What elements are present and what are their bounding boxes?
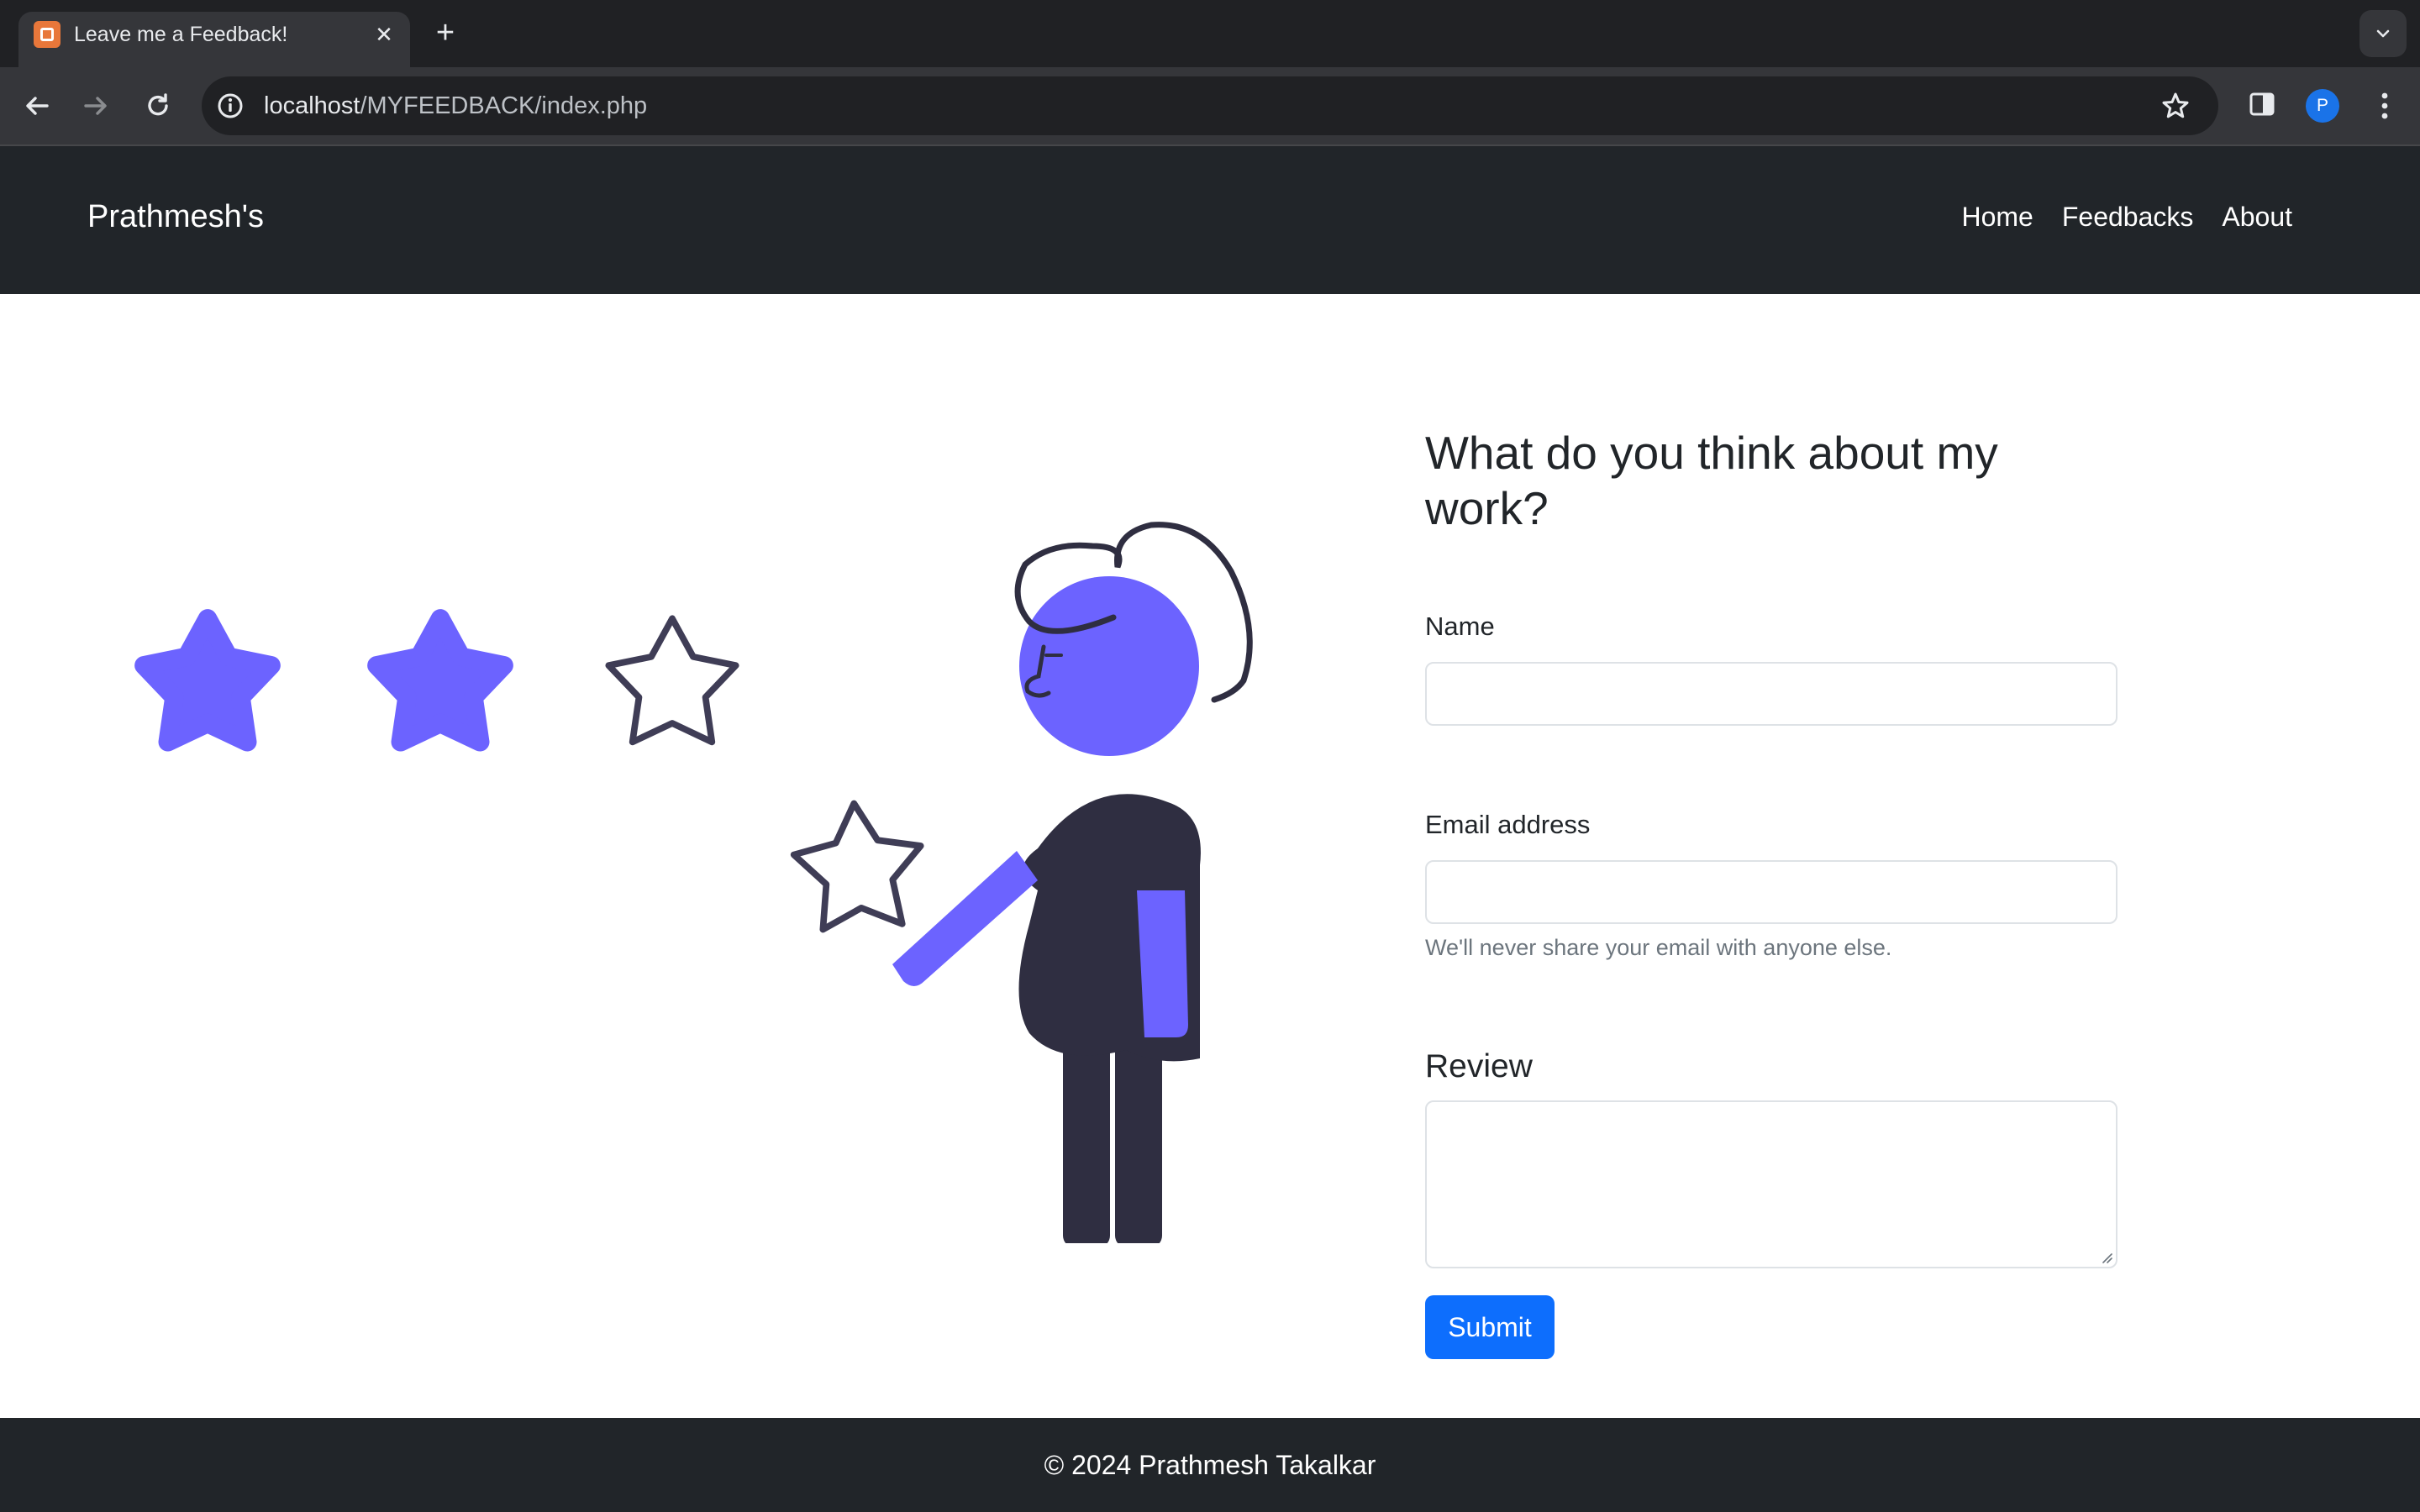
address-bar[interactable]: localhost/MYFEEDBACK/index.php xyxy=(202,76,2218,135)
footer-copyright: © 2024 Prathmesh Takalkar xyxy=(1044,1450,1376,1480)
review-label: Review xyxy=(1425,1048,1533,1084)
email-label: Email address xyxy=(1425,810,1591,839)
nav-link-feedbacks[interactable]: Feedbacks xyxy=(2062,197,2194,237)
reload-button[interactable] xyxy=(139,87,176,124)
reload-icon xyxy=(148,93,168,116)
url-path: /MYFEEDBACK/index.php xyxy=(360,92,648,119)
more-options-icon[interactable] xyxy=(2370,89,2400,123)
feedback-illustration xyxy=(118,522,1253,1243)
resize-grip-icon[interactable] xyxy=(2099,1250,2112,1263)
browser-tab[interactable]: Leave me a Feedback! ✕ xyxy=(18,12,410,67)
person-arm xyxy=(1137,890,1188,1037)
profile-avatar[interactable]: P xyxy=(2306,89,2339,123)
site-info-icon[interactable] xyxy=(215,91,245,121)
chevron-down-icon xyxy=(2376,29,2390,38)
back-arrow-icon xyxy=(26,97,49,115)
feedback-form: What do you think about my work? Name Em… xyxy=(1425,425,2118,1359)
nav-link-home[interactable]: Home xyxy=(1961,197,2033,237)
review-textarea[interactable] xyxy=(1425,1100,2118,1268)
tab-search-button[interactable] xyxy=(2360,10,2407,57)
site-navbar: Prathmesh's Home Feedbacks About xyxy=(0,146,2420,294)
nav-link-about[interactable]: About xyxy=(2222,197,2292,237)
url-text: localhost/MYFEEDBACK/index.php xyxy=(264,91,647,121)
empty-star-icon xyxy=(608,618,735,742)
xampp-favicon-icon xyxy=(34,21,60,48)
url-host: localhost xyxy=(264,92,360,119)
browser-tab-strip: Leave me a Feedback! ✕ + xyxy=(0,0,2420,67)
held-star-icon xyxy=(791,799,926,931)
email-input[interactable] xyxy=(1425,860,2118,924)
forward-button[interactable] xyxy=(77,87,114,124)
email-help-text: We'll never share your email with anyone… xyxy=(1425,935,1892,960)
site-footer: © 2024 Prathmesh Takalkar xyxy=(0,1418,2420,1512)
person-arm xyxy=(892,851,1038,986)
name-input[interactable] xyxy=(1425,662,2118,726)
forward-arrow-icon xyxy=(84,97,107,115)
submit-button[interactable]: Submit xyxy=(1425,1295,1555,1359)
filled-star-icon xyxy=(144,618,271,742)
tab-title: Leave me a Feedback! xyxy=(74,23,288,46)
filled-star-icon xyxy=(376,618,503,742)
bookmark-star-icon[interactable] xyxy=(2160,90,2191,122)
nav-links: Home Feedbacks About xyxy=(1961,197,2292,237)
brand-logo-text[interactable]: Prathmesh's xyxy=(87,197,264,237)
new-tab-button[interactable]: + xyxy=(429,17,462,50)
browser-toolbar: localhost/MYFEEDBACK/index.php P xyxy=(0,67,2420,146)
side-panel-icon[interactable] xyxy=(2247,89,2277,119)
back-button[interactable] xyxy=(18,87,55,124)
form-heading: What do you think about my work? xyxy=(1425,427,1998,534)
name-label: Name xyxy=(1425,612,1495,641)
person-head xyxy=(1019,576,1199,756)
close-tab-icon[interactable]: ✕ xyxy=(370,20,398,49)
